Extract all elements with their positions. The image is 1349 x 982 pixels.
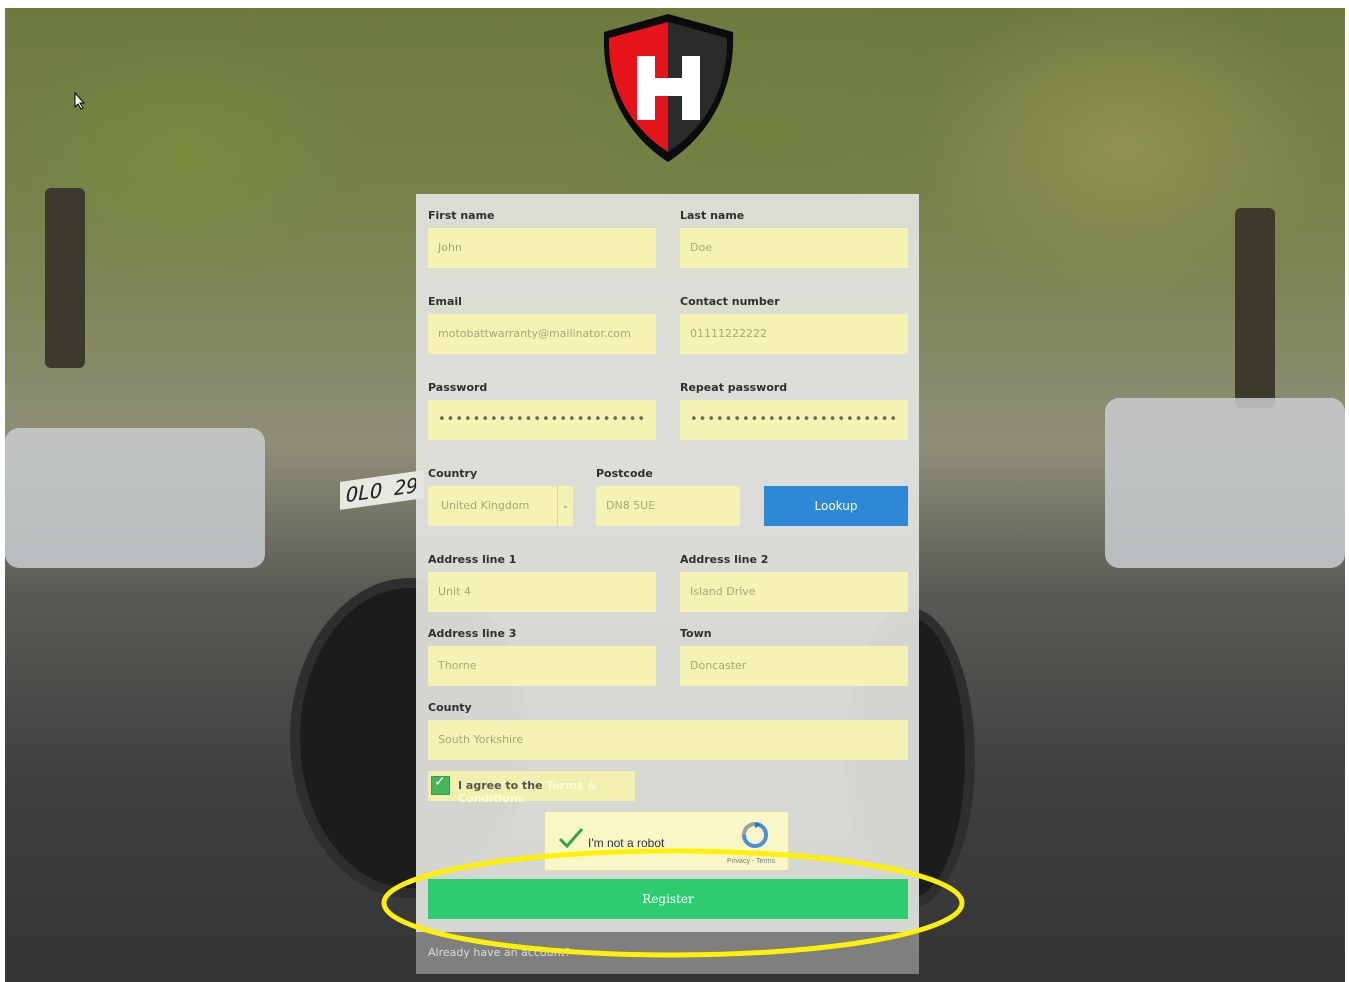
recaptcha-brand-text: recaptcha [735, 850, 766, 857]
register-button[interactable]: Register [428, 879, 908, 919]
lookup-button[interactable]: Lookup [764, 486, 908, 526]
parked-car [1105, 398, 1345, 568]
email-input[interactable]: motobattwarranty@mailinator.com [428, 314, 656, 354]
terms-text: I agree to the Terms & Conditions [458, 779, 635, 805]
country-label: Country [428, 467, 478, 480]
address-line-1-input[interactable]: Unit 4 [428, 572, 656, 612]
postcode-label: Postcode [596, 467, 653, 480]
terms-prefix: I agree to the [458, 779, 547, 792]
checkmark-icon [558, 828, 584, 849]
terms-checkbox[interactable]: ✓ [431, 774, 450, 795]
address-line-2-input[interactable]: Island Drive [680, 572, 908, 612]
county-input[interactable]: South Yorkshire [428, 720, 908, 760]
registration-form: First name John Last name Doe Email moto… [416, 194, 919, 974]
address-line-3-input[interactable]: Thorne [428, 646, 656, 686]
last-name-label: Last name [680, 209, 745, 222]
contact-number-input[interactable]: 01111222222 [680, 314, 908, 354]
parked-car [5, 428, 265, 568]
first-name-label: First name [428, 209, 495, 222]
checkmark-icon: ✓ [434, 774, 446, 790]
address-line-2-label: Address line 2 [680, 553, 769, 566]
password-label: Password [428, 381, 488, 394]
town-input[interactable]: Doncaster [680, 646, 908, 686]
address-line-1-label: Address line 1 [428, 553, 517, 566]
town-label: Town [680, 627, 712, 640]
brand-shield-logo [603, 14, 734, 162]
email-label: Email [428, 295, 462, 308]
recaptcha-widget[interactable]: I'm not a robot recaptcha Privacy - Term… [544, 811, 789, 871]
repeat-password-input[interactable]: •••••••••••••••••••••••• [680, 400, 908, 440]
first-name-input[interactable]: John [428, 228, 656, 268]
last-name-input[interactable]: Doe [680, 228, 908, 268]
already-have-account-link[interactable]: Already have an account? [428, 946, 571, 959]
address-line-3-label: Address line 3 [428, 627, 517, 640]
license-plate: OLO 29 [340, 470, 425, 510]
recaptcha-logo-icon [742, 822, 768, 848]
chevron-down-icon: ⌄ [557, 486, 573, 526]
country-select[interactable]: United Kingdom ⌄ [428, 486, 573, 526]
mouse-cursor-icon [74, 92, 86, 110]
terms-agreement[interactable]: ✓ I agree to the Terms & Conditions [428, 771, 635, 805]
county-label: County [428, 701, 472, 714]
tree-trunk [45, 188, 85, 368]
contact-number-label: Contact number [680, 295, 780, 308]
repeat-password-label: Repeat password [680, 381, 788, 394]
tree-trunk [1235, 208, 1275, 408]
postcode-input[interactable]: DN8 5UE [596, 486, 740, 526]
recaptcha-privacy-terms[interactable]: Privacy - Terms [727, 858, 775, 865]
password-input[interactable]: •••••••••••••••••••••••• [428, 400, 656, 440]
country-value: United Kingdom [441, 499, 530, 512]
recaptcha-label: I'm not a robot [588, 836, 665, 850]
